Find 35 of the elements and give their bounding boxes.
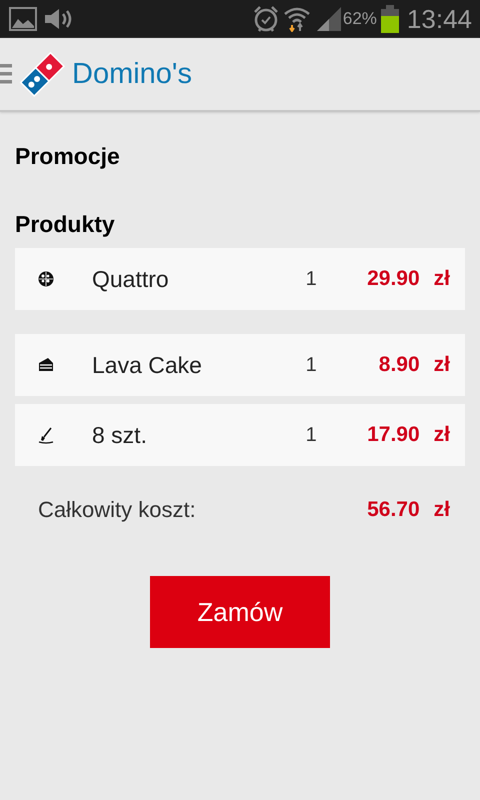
wifi-icon (282, 6, 311, 32)
item-price: 17.90 (366, 423, 420, 447)
battery-icon (380, 5, 399, 33)
order-item-row[interactable]: 8 szt. 1 17.90 zł (15, 404, 465, 466)
item-name: 8 szt. (92, 422, 148, 448)
app-title: Domino's (72, 58, 192, 90)
signal-icon (314, 6, 343, 32)
currency-label: zł (434, 423, 450, 447)
item-name: Quattro (92, 266, 170, 292)
total-label: Całkowity koszt: (38, 497, 197, 523)
image-icon (9, 7, 37, 31)
order-item-row[interactable]: Lava Cake 1 8.90 zł (15, 334, 465, 396)
item-price: 29.90 (366, 267, 420, 291)
item-quantity: 1 (306, 354, 318, 376)
order-item-row[interactable]: Quattro 1 29.90 zł (15, 248, 465, 310)
pizza-icon (38, 270, 54, 288)
clock-time: 13:44 (406, 4, 472, 34)
brush-icon (38, 426, 54, 444)
item-price: 8.90 (378, 353, 420, 377)
item-name: Lava Cake (92, 352, 203, 378)
currency-label: zł (434, 267, 450, 291)
order-button[interactable]: Zamów (150, 576, 330, 648)
section-heading: Produkty (15, 210, 116, 239)
cake-slice-icon (38, 356, 54, 374)
currency-label: zł (434, 498, 450, 522)
battery-percentage: 62% (342, 9, 377, 29)
speaker-icon (43, 7, 73, 31)
item-quantity: 1 (306, 268, 318, 290)
domino-logo-icon (18, 51, 66, 97)
item-quantity: 1 (306, 424, 318, 446)
section-heading: Promocje (15, 142, 121, 171)
menu-icon (0, 63, 12, 85)
currency-label: zł (434, 353, 450, 377)
total-price: 56.70 (366, 498, 420, 522)
alarm-clock-icon (252, 5, 279, 33)
